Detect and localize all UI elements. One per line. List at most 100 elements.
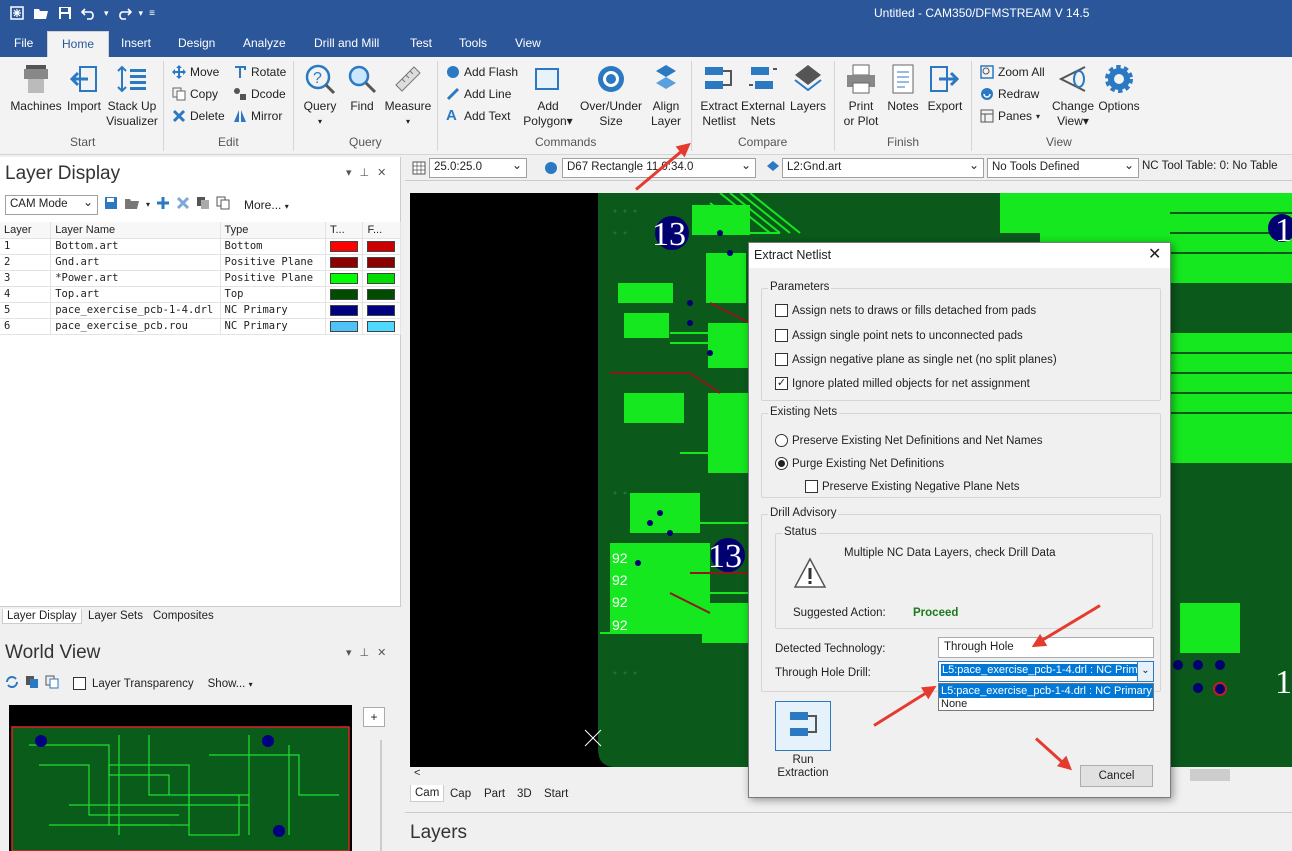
grid-select[interactable]: 25.0:25.0 [429,158,527,178]
color-swatch[interactable] [329,304,358,316]
panes-button[interactable]: Panes ▾ [980,109,1040,123]
save-icon[interactable] [56,4,74,22]
dcode-button[interactable]: Dcode [233,87,286,101]
add-text-button[interactable]: A Add Text [446,108,510,123]
world-view-controls[interactable]: ▾⊥✕ [346,646,394,659]
over-under-size-button[interactable]: Over/Under Size [578,63,644,129]
preserve-nets-radio[interactable]: Preserve Existing Net Definitions and Ne… [775,434,1043,447]
tab-3d[interactable]: 3D [517,788,532,800]
external-nets-button[interactable]: External Nets [740,63,786,129]
change-view-button[interactable]: Change View▾ [1048,63,1098,129]
purge-nets-radio[interactable]: Purge Existing Net Definitions [775,457,944,470]
layer-row[interactable]: 2 Gnd.art Positive Plane [0,254,401,271]
machines-button[interactable]: Machines [8,63,64,114]
open-dropdown-icon[interactable]: ▾ [146,200,150,209]
extract-netlist-button[interactable]: Extract Netlist [698,63,740,129]
zoom-all-button[interactable]: Zoom All [980,65,1045,79]
color-swatch[interactable] [329,320,358,332]
dropdown-option-l5[interactable]: L5:pace_exercise_pcb-1-4.drl : NC Primar… [939,684,1153,698]
layer-row[interactable]: 4 Top.art Top [0,286,401,303]
layer-row[interactable]: 3 *Power.art Positive Plane [0,270,401,287]
redo-dropdown-icon[interactable]: ▾ [139,8,144,19]
color-swatch[interactable] [329,272,358,284]
tab-drill-and-mill[interactable]: Drill and Mill [314,36,379,50]
delete-button[interactable]: Delete [172,109,225,123]
tab-analyze[interactable]: Analyze [243,36,286,50]
open-layer-icon[interactable] [124,196,140,213]
scroll-left-icon[interactable]: < [414,767,420,779]
layer-color-cell[interactable] [362,270,401,287]
tab-composites[interactable]: Composites [153,610,214,622]
layer-color-cell[interactable] [325,270,364,287]
layer-color-cell[interactable] [325,318,364,335]
tab-insert[interactable]: Insert [121,36,151,50]
rotate-button[interactable]: Rotate [233,65,286,79]
col-type[interactable]: Type [220,222,326,239]
tab-file[interactable]: File [14,36,33,50]
chevron-down-icon[interactable]: ⌄ [1137,662,1153,681]
cancel-button[interactable]: Cancel [1080,765,1153,787]
remove-layer-icon[interactable] [176,196,190,213]
cam-mode-select[interactable]: CAM Mode [5,195,98,215]
paste-view-icon[interactable] [45,675,59,692]
redraw-button[interactable]: Redraw [980,87,1039,101]
add-layer-icon[interactable] [156,196,170,213]
add-line-button[interactable]: Add Line [446,87,511,101]
align-layer-button[interactable]: Align Layer [646,63,686,129]
col-layer-name[interactable]: Layer Name [50,222,221,239]
tab-view[interactable]: View [515,36,541,50]
undo-dropdown-icon[interactable]: ▾ [104,8,109,19]
color-swatch[interactable] [367,288,396,300]
layer-color-cell[interactable] [325,302,364,319]
layer-color-cell[interactable] [362,302,401,319]
tab-home[interactable]: Home [47,31,110,57]
run-extraction-button[interactable] [775,701,831,751]
move-button[interactable]: Move [172,65,219,79]
customize-qat-icon[interactable]: ≡ [149,8,155,19]
layer-row[interactable]: 1 Bottom.art Bottom [0,238,401,255]
options-button[interactable]: Options [1096,63,1142,114]
save-layer-icon[interactable] [104,196,118,213]
tab-cam[interactable]: Cam [410,785,445,802]
notes-button[interactable]: Notes [884,63,922,114]
query-button[interactable]: ? Query ▾ [300,63,340,129]
color-swatch[interactable] [367,304,396,316]
zoom-slider[interactable] [380,740,382,851]
stack-up-visualizer-button[interactable]: Stack Up Visualizer [106,63,158,129]
copy-button[interactable]: Copy [172,87,218,101]
color-swatch[interactable] [329,256,358,268]
find-button[interactable]: Find [342,63,382,114]
opt-detached-draws[interactable]: Assign nets to draws or fills detached f… [775,304,1036,317]
layer-color-cell[interactable] [362,238,401,255]
redo-icon[interactable] [115,4,133,22]
through-hole-drill-select[interactable]: L5:pace_exercise_pcb-1-4.drl : NC Prim [938,661,1154,682]
tab-tools[interactable]: Tools [459,36,487,50]
layer-color-cell[interactable] [362,318,401,335]
opt-ignore-plated-milled[interactable]: ✓ Ignore plated milled objects for net as… [775,377,1030,390]
detected-technology-field[interactable]: Through Hole [938,637,1154,658]
col-layer[interactable]: Layer [0,222,52,239]
scroll-thumb[interactable] [1190,769,1230,781]
dropdown-option-none[interactable]: None [939,698,1153,710]
layer-color-cell[interactable] [362,286,401,303]
zoom-in-button[interactable]: + [363,707,385,727]
layer-row[interactable]: 5 pace_exercise_pcb-1-4.drl NC Primary [0,302,401,319]
tab-design[interactable]: Design [178,36,215,50]
show-menu[interactable]: Show... ▾ [208,678,253,690]
copy-layer-icon[interactable] [196,196,210,213]
color-swatch[interactable] [367,272,396,284]
export-button[interactable]: Export [924,63,966,114]
tab-part[interactable]: Part [484,788,505,800]
print-or-plot-button[interactable]: Print or Plot [840,63,882,129]
tools-select[interactable]: No Tools Defined [987,158,1139,178]
paste-layer-icon[interactable] [216,196,230,213]
layer-select[interactable]: L2:Gnd.art [782,158,984,178]
undo-icon[interactable] [80,4,98,22]
add-polygon-button[interactable]: Add Polygon▾ [520,63,576,129]
color-swatch[interactable] [367,320,396,332]
color-swatch[interactable] [329,288,358,300]
layer-transparency-checkbox[interactable] [73,677,86,690]
dialog-close-icon[interactable]: ✕ [1148,244,1161,264]
tab-cap[interactable]: Cap [450,788,471,800]
open-icon[interactable] [32,4,50,22]
